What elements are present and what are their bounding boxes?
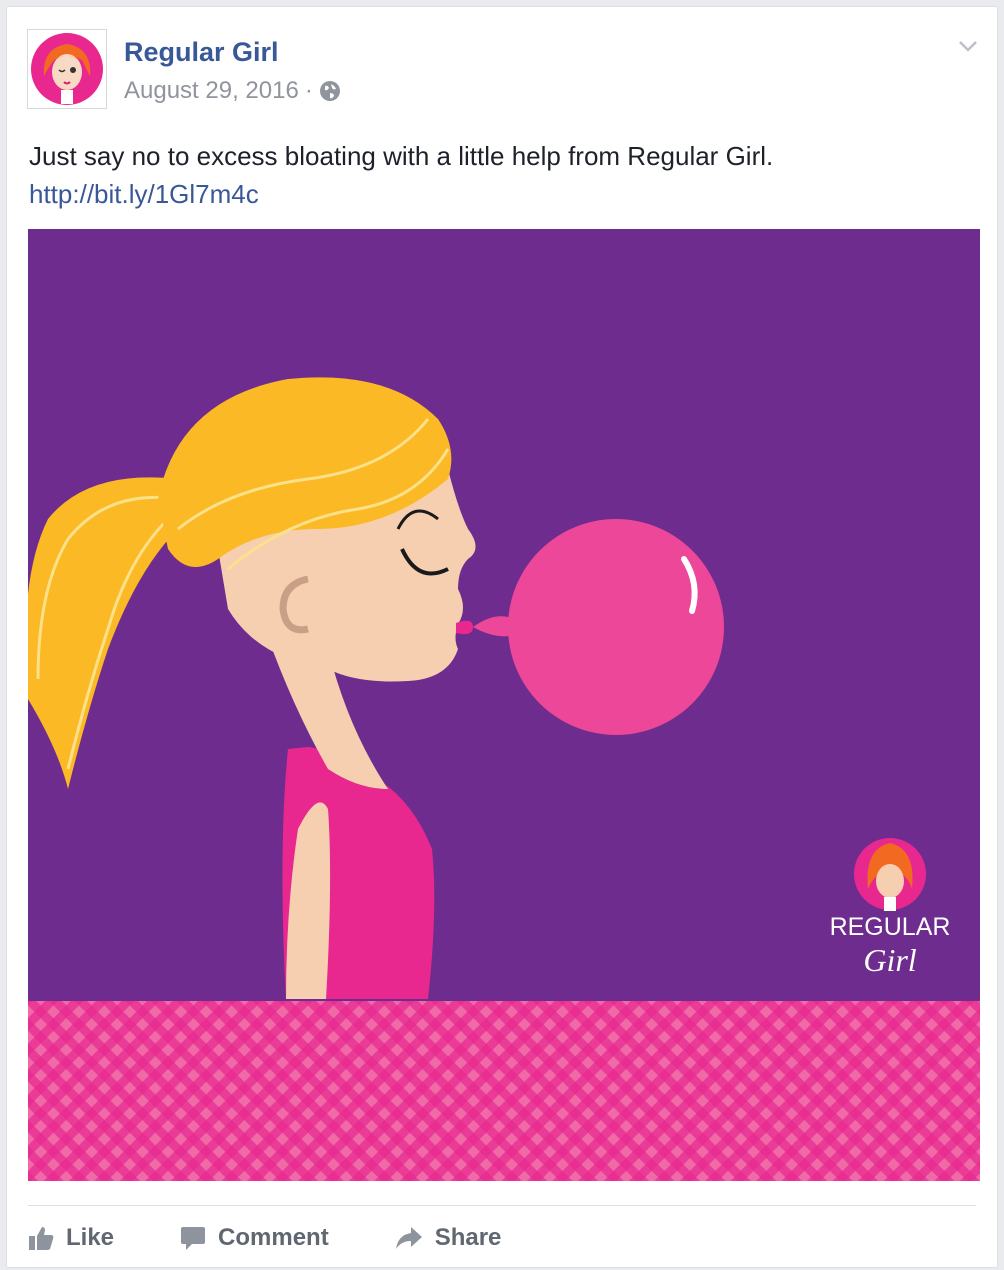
post-image[interactable]: REGULAR Girl bbox=[28, 229, 980, 1181]
meta-separator: · bbox=[304, 77, 313, 104]
share-button[interactable]: Share bbox=[395, 1224, 502, 1252]
page-name-link[interactable]: Regular Girl bbox=[124, 37, 279, 68]
post-actions: Like Comment Share bbox=[28, 1217, 567, 1259]
post-date[interactable]: August 29, 2016 bbox=[124, 77, 299, 105]
chevron-down-icon[interactable] bbox=[957, 35, 979, 57]
thumbs-up-icon bbox=[29, 1227, 54, 1250]
caption-text: Just say no to excess bloating with a li… bbox=[29, 141, 774, 171]
like-button[interactable]: Like bbox=[28, 1224, 114, 1252]
gingham-pattern bbox=[28, 1001, 980, 1181]
logo-text-girl: Girl bbox=[863, 942, 916, 978]
regular-girl-logo-icon bbox=[31, 33, 103, 105]
page-avatar[interactable] bbox=[27, 29, 107, 109]
comment-button[interactable]: Comment bbox=[180, 1224, 329, 1252]
lips bbox=[456, 620, 473, 635]
logo-text-regular: REGULAR bbox=[830, 913, 951, 941]
post-meta: August 29, 2016 · bbox=[124, 77, 341, 105]
comment-label: Comment bbox=[218, 1224, 329, 1251]
bubble-gum bbox=[508, 519, 724, 735]
share-arrow-icon bbox=[395, 1227, 422, 1249]
divider bbox=[28, 1205, 976, 1206]
comment-icon bbox=[181, 1227, 206, 1250]
post-caption: Just say no to excess bloating with a li… bbox=[29, 137, 969, 213]
globe-icon[interactable] bbox=[319, 80, 341, 102]
caption-link[interactable]: http://bit.ly/1Gl7m4c bbox=[29, 175, 969, 213]
share-label: Share bbox=[434, 1224, 502, 1251]
facebook-post: Regular Girl August 29, 2016 · Just say … bbox=[6, 6, 998, 1268]
like-label: Like bbox=[66, 1224, 115, 1251]
